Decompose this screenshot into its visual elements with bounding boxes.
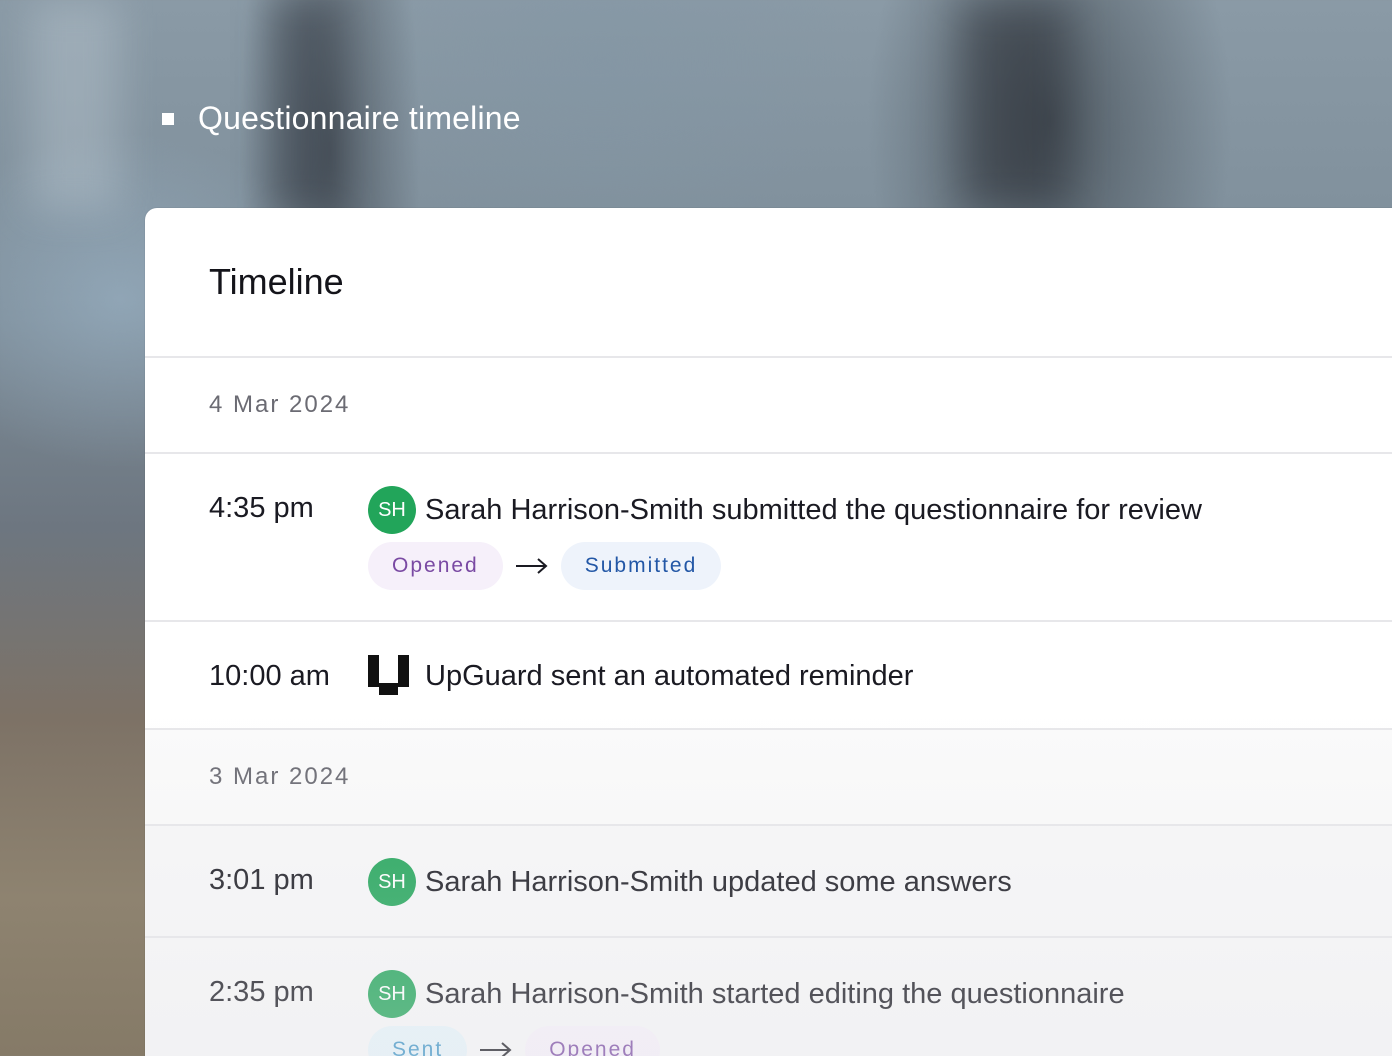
upguard-logo-icon: [368, 652, 416, 700]
user-avatar: SH: [368, 970, 416, 1018]
event-description: Sarah Harrison-Smith submitted the quest…: [425, 493, 1202, 526]
event-description: Sarah Harrison-Smith started editing the…: [425, 977, 1125, 1010]
event-time: 3:01 pm: [209, 864, 314, 896]
status-change: Sent Opened: [368, 1026, 1125, 1056]
user-avatar: SH: [368, 486, 416, 534]
user-avatar: SH: [368, 858, 416, 906]
date-label: 4 Mar 2024: [209, 391, 351, 418]
event-description: UpGuard sent an automated reminder: [425, 659, 914, 692]
status-pill-to: Submitted: [560, 542, 722, 590]
square-bullet-icon: [162, 112, 174, 125]
date-group-header: 3 Mar 2024: [145, 730, 1392, 826]
status-change: Opened Submitted: [368, 542, 1202, 590]
date-label: 3 Mar 2024: [209, 763, 351, 790]
event-time: 2:35 pm: [209, 976, 314, 1008]
arrow-right-icon: [515, 558, 548, 574]
timeline-event: 4:35 pm SH Sarah Harrison-Smith submitte…: [145, 454, 1392, 622]
event-time: 10:00 am: [209, 660, 330, 692]
status-pill-from: Opened: [368, 542, 503, 590]
page-heading-text: Questionnaire timeline: [198, 100, 521, 136]
status-pill-to: Opened: [525, 1026, 660, 1056]
event-time: 4:35 pm: [209, 492, 314, 524]
status-pill-from: Sent: [368, 1026, 468, 1056]
arrow-right-icon: [480, 1042, 512, 1056]
timeline-event: 10:00 am UpGuard sent an automated remin…: [145, 622, 1392, 730]
card-title: Timeline: [209, 261, 344, 302]
date-group-header: 4 Mar 2024: [145, 358, 1392, 454]
timeline-event: 2:35 pm SH Sarah Harrison-Smith started …: [145, 938, 1392, 1056]
page-heading: Questionnaire timeline: [162, 100, 521, 137]
background-blur: [30, 0, 120, 210]
event-description: Sarah Harrison-Smith updated some answer…: [425, 865, 1012, 898]
timeline-event: 3:01 pm SH Sarah Harrison-Smith updated …: [145, 826, 1392, 938]
background-blur: [960, 0, 1070, 210]
card-header: Timeline: [145, 208, 1392, 358]
timeline-card: Timeline 4 Mar 2024 4:35 pm SH Sarah Har…: [145, 208, 1392, 1056]
